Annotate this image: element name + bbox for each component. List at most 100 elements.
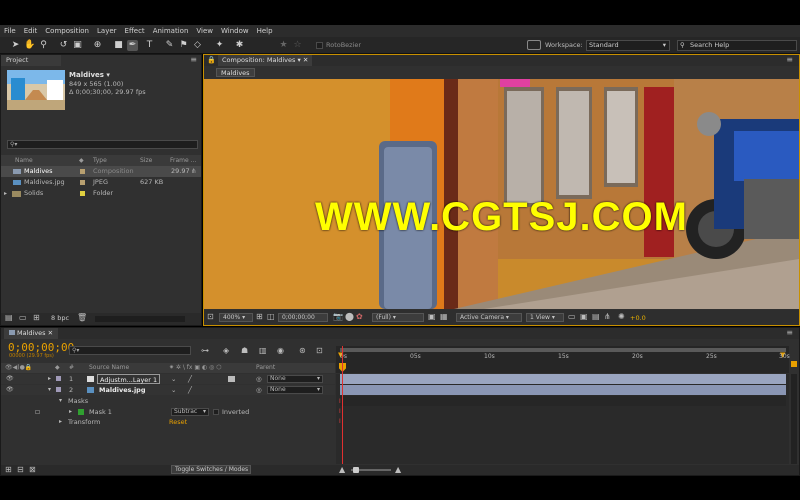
menu-window[interactable]: Window	[217, 27, 253, 35]
mask-switch-icon[interactable]	[35, 410, 40, 414]
in-out-icon[interactable]: ⊠	[29, 465, 36, 475]
parent-select[interactable]: None ▾	[267, 386, 323, 394]
exposure-value[interactable]: +0.0	[630, 314, 646, 322]
frame-blending-icon[interactable]: ▥	[259, 346, 267, 356]
fast-previews-icon[interactable]: ▣	[580, 312, 588, 322]
menu-animation[interactable]: Animation	[149, 27, 193, 35]
menu-layer[interactable]: Layer	[93, 27, 121, 35]
tab-project[interactable]: Project	[1, 55, 61, 66]
mask-name[interactable]: Mask 1	[89, 407, 112, 417]
comp-marker-bin-icon[interactable]	[791, 361, 797, 367]
motion-blur-icon[interactable]: ◉	[277, 346, 284, 356]
show-snapshot-icon[interactable]: ⬤	[345, 312, 354, 322]
column-number[interactable]: #	[69, 363, 74, 373]
comp-breadcrumb[interactable]: Maldives	[216, 68, 255, 77]
switches-icons[interactable]: ✷ ✲ \ fx ▣ ◐ ◎ ⬡	[169, 363, 221, 373]
shy-switch-icon[interactable]: ⌄	[171, 374, 176, 384]
masks-group-row[interactable]: ▾ Masks	[1, 396, 335, 406]
keyframe-marker-icon[interactable]: I	[339, 408, 341, 415]
eye-icon[interactable]: 👁	[6, 374, 14, 384]
mask-visibility-icon[interactable]: ◫	[267, 312, 275, 322]
comp-mini-flowchart-icon[interactable]: ⊶	[201, 346, 209, 356]
toggle-switches-modes-button[interactable]: Toggle Switches / Modes	[171, 465, 251, 474]
eraser-tool-icon[interactable]: ◇	[192, 40, 203, 51]
graph-editor-icon[interactable]: ⊡	[316, 346, 323, 356]
tab-timeline[interactable]: Maldives ✕	[4, 328, 59, 339]
av-features-icons[interactable]: 👁◀)●🔒	[5, 363, 32, 373]
quality-switch-icon[interactable]: ╱	[188, 385, 192, 395]
menu-edit[interactable]: Edit	[20, 27, 42, 35]
rectangle-tool-icon[interactable]: ■	[113, 40, 124, 51]
trash-icon[interactable]: 🗑	[77, 313, 87, 323]
hand-tool-icon[interactable]: ✋	[24, 40, 35, 51]
expand-arrow-icon[interactable]: ▸	[4, 188, 7, 199]
panel-menu-icon[interactable]: ≡	[786, 55, 793, 64]
label-column-icon[interactable]: ◆	[79, 155, 84, 166]
mask-inverted-checkbox[interactable]	[213, 409, 219, 415]
menu-effect[interactable]: Effect	[121, 27, 149, 35]
project-scrollbar[interactable]	[95, 316, 185, 322]
brush-tool-icon[interactable]: ✎	[164, 40, 175, 51]
pickwhip-icon[interactable]: ◎	[256, 385, 262, 395]
track-area[interactable]: I I I	[336, 346, 789, 464]
current-time-indicator[interactable]	[342, 346, 343, 464]
resolution-select[interactable]: (Full) ▾	[372, 313, 424, 322]
zoom-tool-icon[interactable]: ⚲	[38, 40, 49, 51]
reset-link[interactable]: Reset	[169, 417, 187, 427]
grid-icon[interactable]: ⊞	[256, 312, 263, 322]
column-size[interactable]: Size	[140, 155, 152, 166]
layer-row[interactable]: 👁 ▸ 1 Adjustm...Layer 1 ⌄ ╱ ◎ None ▾	[1, 374, 335, 384]
camera-select[interactable]: Active Camera ▾	[456, 313, 522, 322]
column-source-name[interactable]: Source Name	[89, 363, 129, 373]
timeline-vertical-scrollbar[interactable]	[791, 374, 797, 464]
adjustment-switch-icon[interactable]	[228, 376, 235, 382]
composition-viewer[interactable]: WWW.CGTSJ.COM	[204, 79, 799, 309]
rotate-tool-icon[interactable]: ↺	[58, 40, 69, 51]
expand-arrow-icon[interactable]: ▸	[59, 417, 62, 427]
project-item-maldives-comp[interactable]: Maldives Composition 29.97 ⋔	[1, 166, 201, 177]
layer-row[interactable]: 👁 ▾ 2 Maldives.jpg ⌄ ╱ ◎ None ▾	[1, 385, 335, 395]
time-ruler[interactable]: ▼ ▼ 0s 05s 10s 15s 20s 25s 30s	[336, 346, 790, 373]
column-type[interactable]: Type	[93, 155, 107, 166]
keyframe-marker-icon[interactable]: I	[339, 418, 341, 425]
transparency-grid-icon[interactable]: ▦	[440, 312, 448, 322]
pan-behind-tool-icon[interactable]: ⊕	[92, 40, 103, 51]
exposure-icon[interactable]: ✺	[618, 312, 625, 322]
column-name[interactable]: Name	[15, 155, 33, 166]
keyframe-marker-icon[interactable]: I	[339, 398, 341, 405]
always-preview-icon[interactable]: ⊡	[207, 312, 214, 322]
collapse-arrow-icon[interactable]: ▾	[59, 396, 62, 406]
draft-3d-icon[interactable]: ◈	[223, 346, 229, 356]
bpc-button[interactable]: 8 bpc	[51, 314, 69, 322]
column-parent[interactable]: Parent	[256, 363, 275, 373]
type-tool-icon[interactable]: T	[144, 40, 155, 51]
current-time-display[interactable]: 0;00;00;00	[278, 313, 328, 322]
new-composition-icon[interactable]: ⊞	[33, 313, 40, 323]
puppet-tool-icon[interactable]: ✱	[234, 40, 245, 51]
expand-arrow-icon[interactable]: ▸	[69, 407, 72, 417]
workspace-select[interactable]: Standard ▾	[586, 40, 670, 51]
modes-icon[interactable]: ⊟	[17, 465, 24, 475]
parent-select[interactable]: None ▾	[267, 375, 323, 383]
flowchart-icon[interactable]: ⋔	[604, 312, 611, 322]
brainstorm-icon[interactable]: ⊛	[299, 346, 306, 356]
panel-menu-icon[interactable]: ≡	[190, 55, 197, 64]
panel-menu-icon[interactable]: ≡	[786, 328, 793, 337]
interpret-footage-icon[interactable]: ▤	[5, 313, 13, 323]
label-column-icon[interactable]: ◆	[55, 363, 60, 373]
expand-arrow-icon[interactable]: ▸	[48, 374, 51, 384]
lock-icon[interactable]: 🔒	[207, 55, 216, 65]
work-area-bar[interactable]	[340, 348, 786, 352]
zoom-select[interactable]: 400% ▾	[219, 313, 253, 322]
layer-bar[interactable]	[340, 374, 786, 384]
timeline-icon[interactable]: ▤	[592, 312, 600, 322]
menu-help[interactable]: Help	[253, 27, 277, 35]
layer-name[interactable]: Adjustm...Layer 1	[97, 374, 161, 384]
selection-tool-icon[interactable]: ➤	[10, 40, 21, 51]
roto-brush-tool-icon[interactable]: ✦	[214, 40, 225, 51]
zoom-in-mountain-icon[interactable]: ▲	[395, 465, 401, 475]
project-search-input[interactable]: ⚲▾	[7, 140, 198, 149]
new-folder-icon[interactable]: ▭	[19, 313, 27, 323]
search-help-input[interactable]: ⚲ Search Help	[677, 40, 797, 51]
pickwhip-icon[interactable]: ◎	[256, 374, 262, 384]
